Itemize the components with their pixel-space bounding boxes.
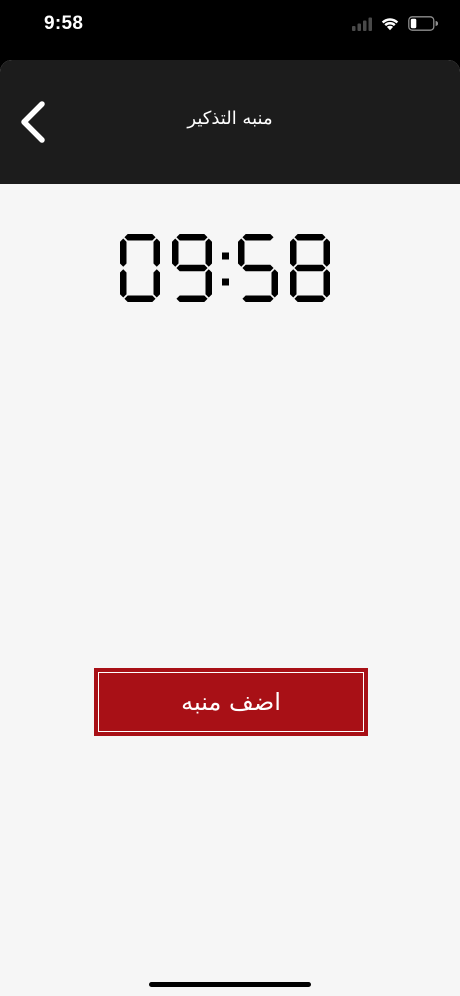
clock-segment (176, 295, 208, 302)
app-screen: 9:58 منبه التذكير اضف منبه (0, 0, 460, 996)
clock-segment (124, 234, 156, 241)
clock-segment (242, 295, 274, 302)
clock-segment (290, 269, 297, 298)
clock-segment (153, 269, 160, 298)
wifi-icon (380, 16, 400, 35)
clock-segment (176, 264, 208, 272)
clock-segment (153, 238, 160, 267)
clock-segment (120, 269, 127, 298)
clock-segment (172, 238, 179, 267)
add-alarm-button[interactable]: اضف منبه (94, 668, 368, 736)
clock-segment (323, 238, 330, 267)
clock-segment (242, 234, 274, 241)
digital-clock (120, 234, 330, 302)
clock-segment (238, 238, 245, 267)
clock-separator (222, 252, 229, 286)
clock-segment (205, 238, 212, 267)
clock-segment (242, 264, 274, 272)
clock-segment (290, 238, 297, 267)
status-time: 9:58 (44, 13, 84, 34)
cellular-signal-icon (352, 16, 372, 35)
clock-digit-hour-ones (172, 234, 212, 302)
clock-segment (120, 238, 127, 267)
clock-segment (294, 295, 326, 302)
status-bar: 9:58 (0, 0, 460, 56)
clock-digit-minute-ones (290, 234, 330, 302)
clock-digit-hour-tens (120, 234, 160, 302)
clock-segment (294, 234, 326, 241)
page-title: منبه التذكير (187, 108, 273, 129)
clock-segment (205, 269, 212, 298)
clock-segment (294, 264, 326, 272)
clock-colon-dot (222, 278, 229, 286)
clock-segment (323, 269, 330, 298)
navigation-bar: منبه التذكير (0, 60, 460, 184)
clock-segment (271, 269, 278, 298)
clock-segment (176, 234, 208, 241)
clock-digit-minute-tens (238, 234, 278, 302)
clock-segment (124, 295, 156, 302)
add-alarm-label: اضف منبه (98, 672, 364, 732)
clock-colon-dot (222, 252, 229, 260)
content-sheet: منبه التذكير اضف منبه (0, 60, 460, 996)
battery-icon (408, 15, 439, 35)
status-icons (352, 14, 439, 36)
home-indicator (149, 982, 311, 987)
